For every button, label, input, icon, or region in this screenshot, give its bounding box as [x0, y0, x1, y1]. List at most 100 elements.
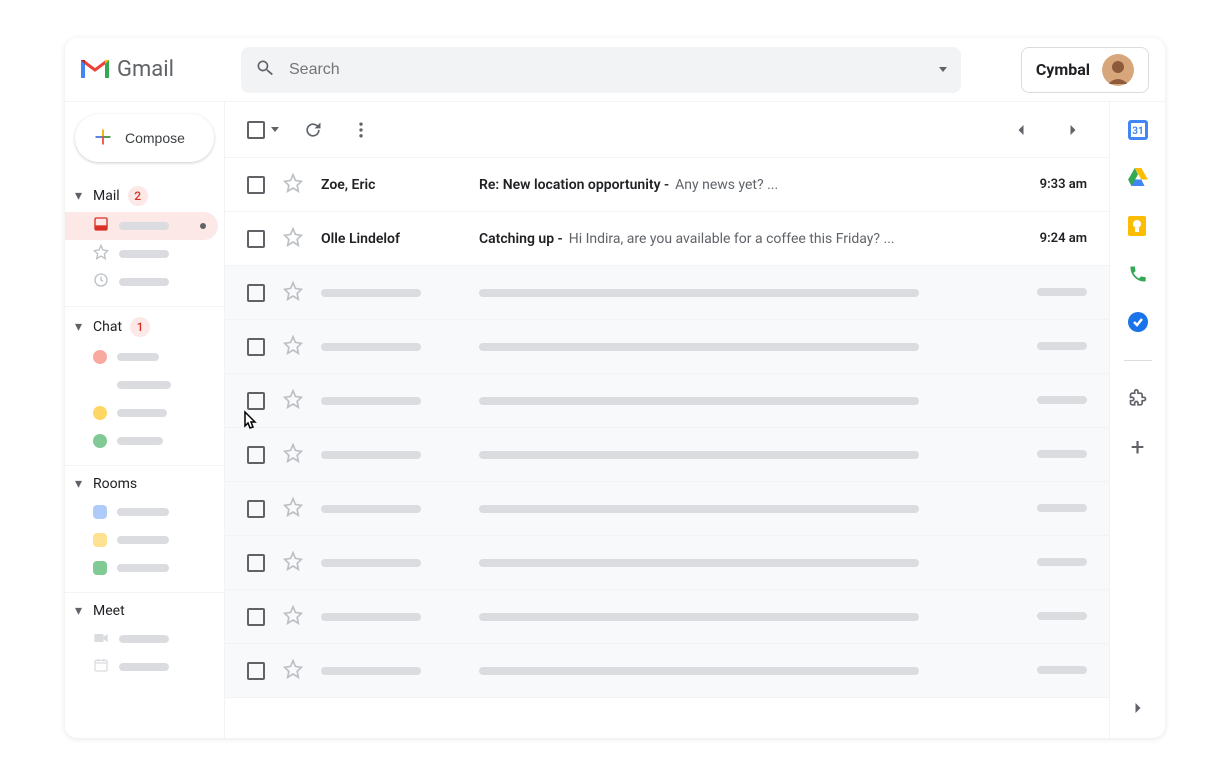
room-icon [93, 505, 107, 519]
email-preview: Hi Indira, are you available for a coffe… [569, 231, 895, 247]
right-rail: 31 + [1109, 102, 1165, 738]
sidebar: Compose ▾ Mail 2 [65, 102, 225, 738]
checkbox-icon[interactable] [247, 608, 265, 626]
email-row-placeholder[interactable] [225, 644, 1109, 698]
star-icon[interactable] [283, 605, 303, 629]
user-avatar[interactable] [1102, 54, 1134, 86]
placeholder-text [119, 635, 169, 643]
chat-section-header[interactable]: ▾ Chat 1 [65, 315, 224, 343]
search-input[interactable] [289, 61, 925, 79]
sidebar-section-mail: ▾ Mail 2 [65, 176, 224, 307]
refresh-button[interactable] [299, 116, 327, 144]
prev-page-button[interactable] [1007, 116, 1035, 144]
placeholder-text [479, 451, 919, 459]
email-subject-cell: Catching up - Hi Indira, are you availab… [479, 231, 999, 247]
star-icon [93, 244, 109, 264]
email-row-placeholder[interactable] [225, 374, 1109, 428]
sidebar-section-chat: ▾ Chat 1 [65, 307, 224, 466]
star-icon[interactable] [283, 659, 303, 683]
email-preview: Any news yet? ... [675, 177, 778, 193]
placeholder-text [1037, 342, 1087, 350]
email-row-placeholder[interactable] [225, 320, 1109, 374]
chat-contact-4[interactable] [65, 427, 224, 455]
star-icon[interactable] [283, 551, 303, 575]
search-options-icon[interactable] [939, 67, 947, 72]
checkbox-icon[interactable] [247, 662, 265, 680]
email-sender: Olle Lindelof [321, 231, 461, 247]
checkbox-icon[interactable] [247, 230, 265, 248]
room-item-3[interactable] [65, 554, 224, 582]
placeholder-text [1037, 612, 1087, 620]
checkbox-icon[interactable] [247, 121, 265, 139]
compose-button[interactable]: Compose [75, 114, 214, 162]
email-row-placeholder[interactable] [225, 266, 1109, 320]
keep-app-icon[interactable] [1128, 216, 1148, 236]
room-item-1[interactable] [65, 498, 224, 526]
star-icon[interactable] [283, 281, 303, 305]
placeholder-text [119, 222, 169, 230]
video-icon [93, 630, 109, 649]
checkbox-icon[interactable] [247, 500, 265, 518]
search-bar[interactable] [241, 47, 961, 93]
email-row-placeholder[interactable] [225, 590, 1109, 644]
placeholder-text [479, 667, 919, 675]
org-chip[interactable]: Cymbal [1021, 47, 1149, 93]
meet-item-join[interactable] [65, 653, 224, 681]
rail-divider [1124, 360, 1152, 361]
chat-label: Chat [93, 319, 122, 335]
star-icon[interactable] [283, 443, 303, 467]
checkbox-icon[interactable] [247, 392, 265, 410]
addons-icon[interactable] [1128, 389, 1148, 409]
calendar-app-icon[interactable]: 31 [1128, 120, 1148, 140]
email-row-placeholder[interactable] [225, 482, 1109, 536]
placeholder-text [117, 536, 169, 544]
chat-contact-2[interactable] [65, 371, 224, 399]
star-icon[interactable] [283, 497, 303, 521]
email-time: 9:24 am [1017, 231, 1087, 246]
star-icon[interactable] [283, 173, 303, 197]
star-icon[interactable] [283, 227, 303, 251]
mail-badge: 2 [128, 186, 148, 206]
chat-contact-1[interactable] [65, 343, 224, 371]
meet-section-header[interactable]: ▾ Meet [65, 601, 224, 625]
email-row-placeholder[interactable] [225, 428, 1109, 482]
placeholder-text [117, 508, 169, 516]
checkbox-icon[interactable] [247, 284, 265, 302]
email-row[interactable]: Olle Lindelof Catching up - Hi Indira, a… [225, 212, 1109, 266]
voice-app-icon[interactable] [1128, 264, 1148, 284]
checkbox-icon[interactable] [247, 446, 265, 464]
meet-item-new[interactable] [65, 625, 224, 653]
add-app-icon[interactable]: + [1128, 437, 1148, 457]
next-page-button[interactable] [1059, 116, 1087, 144]
placeholder-text [479, 613, 919, 621]
select-all[interactable] [247, 121, 279, 139]
sidebar-item-inbox[interactable] [65, 212, 218, 240]
more-button[interactable] [347, 116, 375, 144]
toolbar [225, 102, 1109, 158]
sidebar-item-snoozed[interactable] [65, 268, 224, 296]
mail-section-header[interactable]: ▾ Mail 2 [65, 184, 224, 212]
star-icon[interactable] [283, 389, 303, 413]
toolbar-left [247, 116, 375, 144]
chevron-down-icon[interactable] [271, 127, 279, 132]
chat-contact-3[interactable] [65, 399, 224, 427]
rooms-section-header[interactable]: ▾ Rooms [65, 474, 224, 498]
rail-collapse-button[interactable] [1128, 682, 1148, 738]
room-item-2[interactable] [65, 526, 224, 554]
email-subject: Re: New location opportunity - [479, 177, 669, 193]
placeholder-text [117, 381, 171, 389]
email-time: 9:33 am [1017, 177, 1087, 192]
email-row[interactable]: Zoe, Eric Re: New location opportunity -… [225, 158, 1109, 212]
star-icon[interactable] [283, 335, 303, 359]
email-row-placeholder[interactable] [225, 536, 1109, 590]
sidebar-item-starred[interactable] [65, 240, 224, 268]
clock-icon [93, 272, 109, 292]
checkbox-icon[interactable] [247, 338, 265, 356]
meet-label: Meet [93, 603, 125, 619]
placeholder-text [479, 289, 919, 297]
checkbox-icon[interactable] [247, 554, 265, 572]
placeholder-text [117, 564, 169, 572]
checkbox-icon[interactable] [247, 176, 265, 194]
tasks-app-icon[interactable] [1128, 312, 1148, 332]
drive-app-icon[interactable] [1128, 168, 1148, 188]
